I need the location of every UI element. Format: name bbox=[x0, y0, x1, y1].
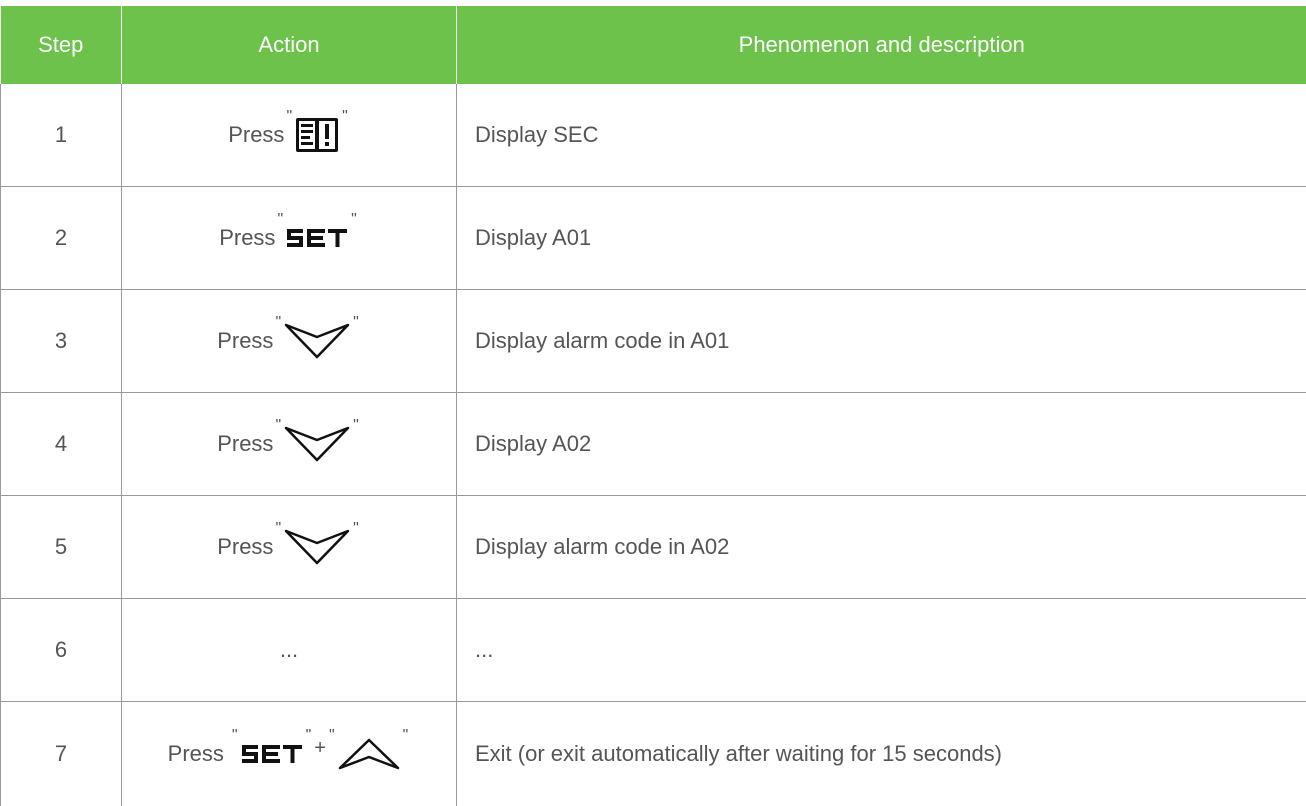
open-quote: " bbox=[275, 314, 281, 332]
action-cell: Press " bbox=[122, 84, 457, 187]
table-row: 6 ... ... bbox=[1, 599, 1306, 702]
plus-sign: + bbox=[314, 737, 326, 760]
description-cell: Display A01 bbox=[457, 187, 1306, 290]
description-cell: Display alarm code in A02 bbox=[457, 496, 1306, 599]
table-row: 5 Press " " Display alarm code in A02 bbox=[1, 496, 1306, 599]
action-cell: Press " " + " bbox=[122, 702, 457, 806]
close-quote: " bbox=[306, 727, 312, 745]
action-prefix: Press bbox=[168, 741, 224, 767]
table-row: 3 Press " " Display alarm code in A01 bbox=[1, 290, 1306, 393]
step-number: 4 bbox=[1, 393, 122, 496]
action-prefix: Press bbox=[217, 534, 273, 560]
table-row: 2 Press " " Display A01 bbox=[1, 187, 1306, 290]
action-cell: Press " " bbox=[122, 393, 457, 496]
header-step: Step bbox=[1, 6, 122, 84]
step-number: 3 bbox=[1, 290, 122, 393]
table-row: 1 Press " bbox=[1, 84, 1306, 187]
down-arrow-icon bbox=[283, 527, 351, 567]
close-quote: " bbox=[353, 314, 359, 332]
step-number: 1 bbox=[1, 84, 122, 187]
down-arrow-icon bbox=[283, 321, 351, 361]
open-quote: " bbox=[329, 727, 335, 745]
step-number: 5 bbox=[1, 496, 122, 599]
steps-table: Step Action Phenomenon and description 1… bbox=[0, 6, 1306, 806]
action-prefix: Press bbox=[228, 122, 284, 148]
close-quote: " bbox=[351, 211, 357, 229]
header-description: Phenomenon and description bbox=[457, 6, 1306, 84]
description-cell: Exit (or exit automatically after waitin… bbox=[457, 702, 1306, 806]
step-number: 7 bbox=[1, 702, 122, 806]
header-action: Action bbox=[122, 6, 457, 84]
description-cell: Display A02 bbox=[457, 393, 1306, 496]
description-cell: ... bbox=[457, 599, 1306, 702]
close-quote: " bbox=[353, 520, 359, 538]
description-cell: Display SEC bbox=[457, 84, 1306, 187]
down-arrow-icon bbox=[283, 424, 351, 464]
step-number: 2 bbox=[1, 187, 122, 290]
open-quote: " bbox=[277, 211, 283, 229]
table-row: 4 Press " " Display A02 bbox=[1, 393, 1306, 496]
action-cell: Press " " bbox=[122, 187, 457, 290]
open-quote: " bbox=[232, 727, 238, 745]
manual-alarm-book-icon bbox=[294, 115, 340, 155]
action-prefix: Press bbox=[217, 328, 273, 354]
close-quote: " bbox=[403, 727, 409, 745]
set-key-icon bbox=[240, 743, 304, 765]
header-row: Step Action Phenomenon and description bbox=[1, 6, 1306, 84]
action-cell: Press " " bbox=[122, 290, 457, 393]
step-number: 6 bbox=[1, 599, 122, 702]
action-cell: Press " " bbox=[122, 496, 457, 599]
open-quote: " bbox=[286, 108, 292, 126]
action-prefix: Press bbox=[219, 225, 275, 251]
action-ellipsis: ... bbox=[122, 599, 457, 702]
open-quote: " bbox=[275, 417, 281, 435]
action-prefix: Press bbox=[217, 431, 273, 457]
table-row: 7 Press " " + " bbox=[1, 702, 1306, 806]
description-cell: Display alarm code in A01 bbox=[457, 290, 1306, 393]
set-key-icon bbox=[285, 227, 349, 249]
close-quote: " bbox=[342, 108, 348, 126]
open-quote: " bbox=[275, 520, 281, 538]
close-quote: " bbox=[353, 417, 359, 435]
up-arrow-icon bbox=[337, 736, 401, 772]
